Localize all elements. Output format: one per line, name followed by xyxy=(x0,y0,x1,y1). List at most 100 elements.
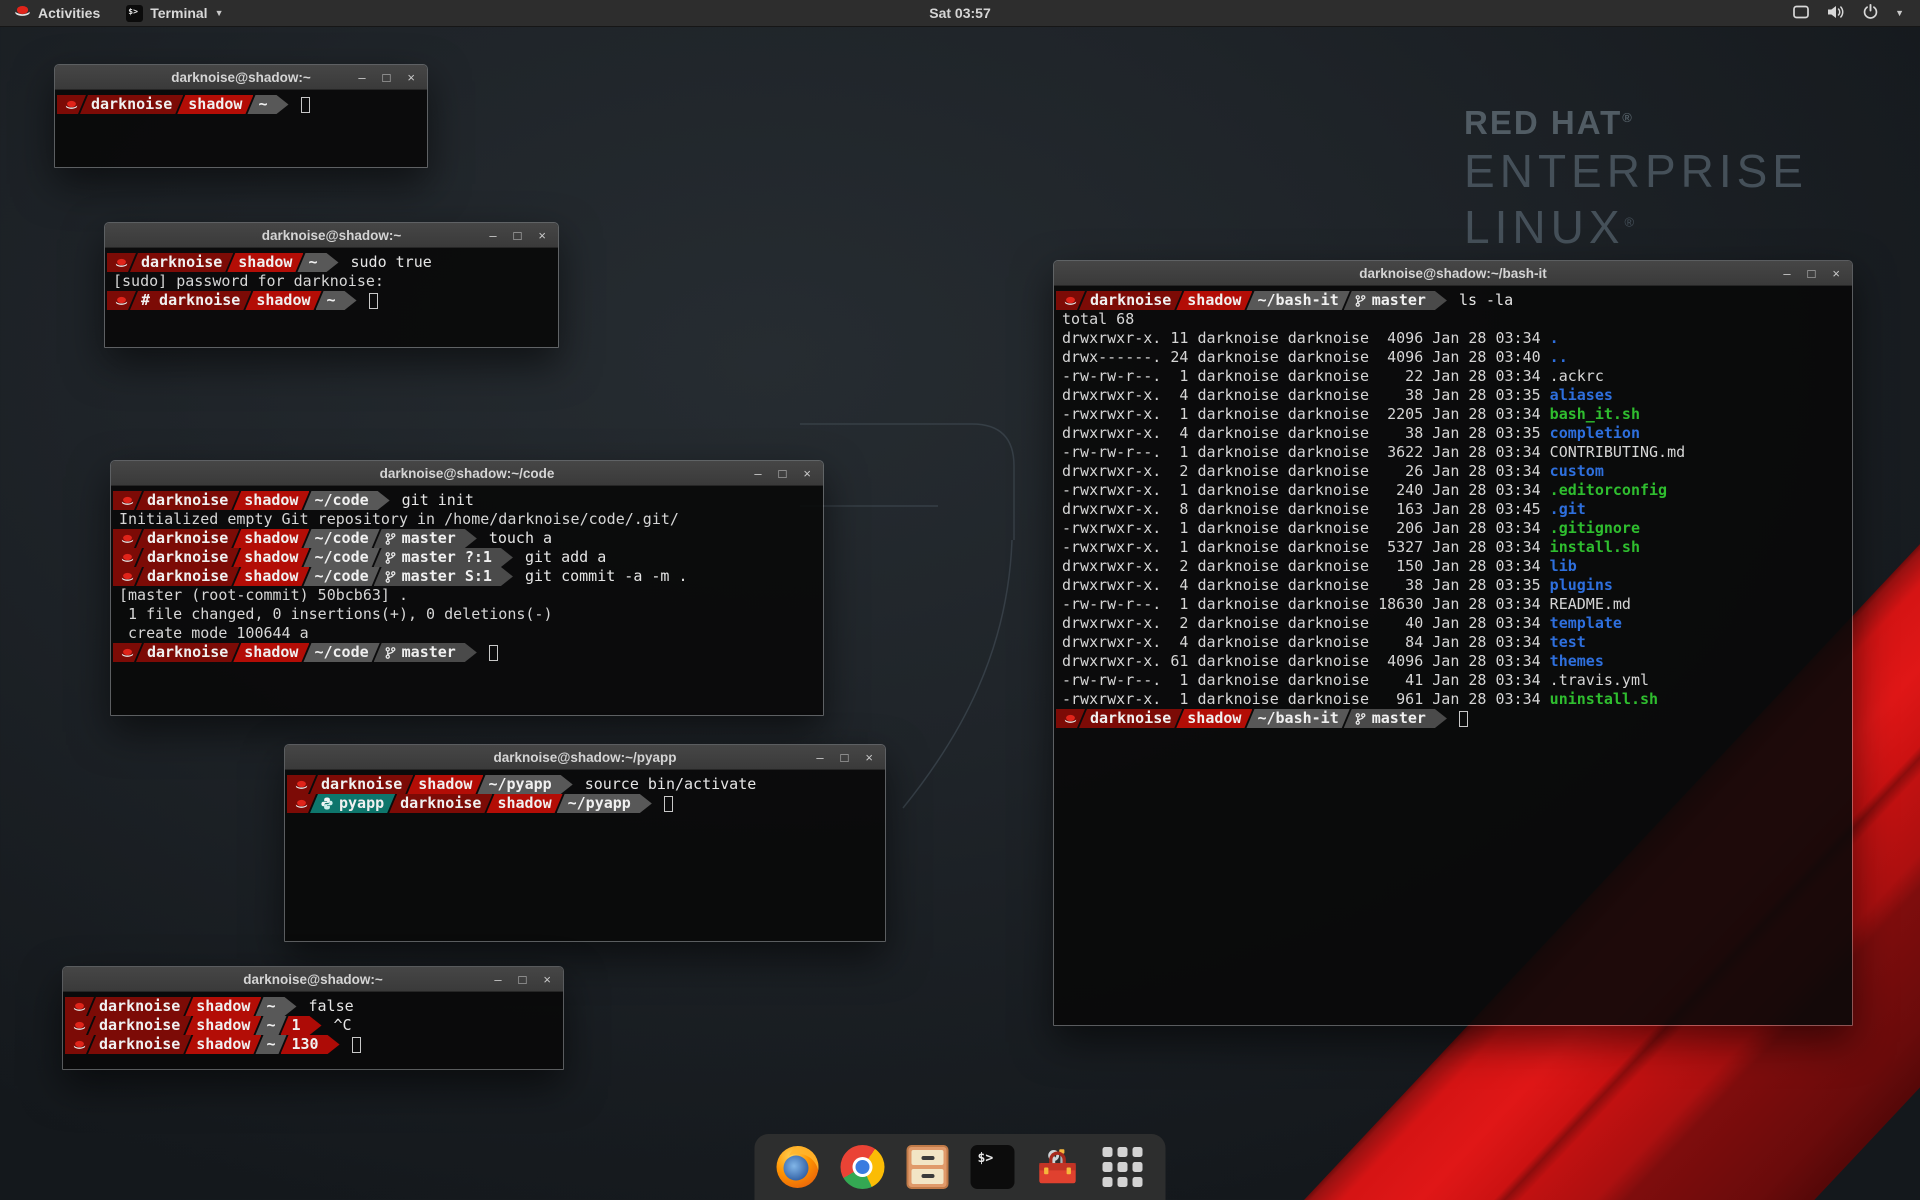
maximize-button[interactable]: □ xyxy=(779,467,787,480)
prompt-segment-user: darknoise xyxy=(1079,709,1182,728)
terminal-window-sudo: darknoise@shadow:~–□×darknoiseshadow~sud… xyxy=(104,222,559,348)
window-title: darknoise@shadow:~/bash-it xyxy=(1054,261,1852,286)
prompt-segment-user: darknoise xyxy=(136,643,239,662)
prompt-segment-path: ~/code xyxy=(303,643,379,662)
prompt-segment-host: shadow xyxy=(185,1016,261,1035)
terminal-window-bash-it: darknoise@shadow:~/bash-it–□×darknoisesh… xyxy=(1053,260,1853,1026)
close-button[interactable]: × xyxy=(538,229,546,242)
maximize-button[interactable]: □ xyxy=(519,973,527,986)
focused-app-label: Terminal xyxy=(150,5,207,21)
prompt-segment-host: shadow xyxy=(233,548,309,567)
minimize-button[interactable]: – xyxy=(816,751,823,764)
close-button[interactable]: × xyxy=(543,973,551,986)
terminal-screen[interactable]: darknoiseshadow~falsedarknoiseshadow~1^C… xyxy=(63,992,563,1069)
prompt-segment-user: darknoise xyxy=(136,529,239,548)
close-button[interactable]: × xyxy=(1832,267,1840,280)
window-titlebar[interactable]: darknoise@shadow:~/code–□× xyxy=(111,461,823,486)
prompt-segment-git-branch: master S:1 xyxy=(374,567,513,586)
maximize-button[interactable]: □ xyxy=(514,229,522,242)
prompt-segment-git-branch: master ?:1 xyxy=(374,548,513,567)
output-line: drwxrwxr-x. 61 darknoise darknoise 4096 … xyxy=(1056,652,1852,671)
prompt-line: darknoiseshadow~sudo true xyxy=(107,253,558,272)
prompt-segment-user: darknoise xyxy=(88,1035,191,1054)
dock-item-app-grid[interactable] xyxy=(1100,1144,1146,1190)
dock-item-chrome[interactable] xyxy=(840,1144,886,1190)
prompt-line: darknoiseshadow~/pyappsource bin/activat… xyxy=(287,775,885,794)
dock-item-firefox[interactable] xyxy=(775,1144,821,1190)
terminal-cursor xyxy=(352,1037,361,1053)
maximize-button[interactable]: □ xyxy=(841,751,849,764)
prompt-segment-path: ~/bash-it xyxy=(1246,709,1349,728)
output-line: total 68 xyxy=(1056,310,1852,329)
minimize-button[interactable]: – xyxy=(494,973,501,986)
window-titlebar[interactable]: darknoise@shadow:~/pyapp–□× xyxy=(285,745,885,770)
minimize-button[interactable]: – xyxy=(489,229,496,242)
close-button[interactable]: × xyxy=(865,751,873,764)
output-line: -rw-rw-r--. 1 darknoise darknoise 41 Jan… xyxy=(1056,671,1852,690)
focused-app-menu[interactable]: $> Terminal ▼ xyxy=(114,0,235,26)
prompt-segment-path: ~ xyxy=(247,95,288,114)
prompt-segment-host: shadow xyxy=(1176,291,1252,310)
terminal-screen[interactable]: darknoiseshadow~/pyappsource bin/activat… xyxy=(285,770,885,941)
prompt-line: # darknoiseshadow~ xyxy=(107,291,558,310)
prompt-segment-path: ~/bash-it xyxy=(1246,291,1349,310)
terminal-screen[interactable]: darknoiseshadow~/bash-itmasterls -latota… xyxy=(1054,286,1852,1025)
dock-item-toolbox[interactable] xyxy=(1035,1144,1081,1190)
prompt-line: pyappdarknoiseshadow~/pyapp xyxy=(287,794,885,813)
prompt-segment-user: darknoise xyxy=(310,775,413,794)
terminal-screen[interactable]: darknoiseshadow~/codegit initInitialized… xyxy=(111,486,823,715)
window-titlebar[interactable]: darknoise@shadow:~–□× xyxy=(55,65,427,90)
output-line: drwxrwxr-x. 11 darknoise darknoise 4096 … xyxy=(1056,329,1852,348)
prompt-segment-path: ~/code xyxy=(303,567,379,586)
clock[interactable]: Sat 03:57 xyxy=(929,0,990,26)
window-titlebar[interactable]: darknoise@shadow:~–□× xyxy=(105,223,558,248)
close-button[interactable]: × xyxy=(407,71,415,84)
close-button[interactable]: × xyxy=(803,467,811,480)
activities-label: Activities xyxy=(38,5,100,21)
display-icon[interactable] xyxy=(1792,4,1810,23)
dock-item-terminal[interactable]: $> xyxy=(970,1144,1016,1190)
prompt-line: darknoiseshadow~/codemaster ?:1git add a xyxy=(113,548,823,567)
prompt-segment-git-branch: master xyxy=(374,529,477,548)
window-titlebar[interactable]: darknoise@shadow:~– □ × xyxy=(63,967,563,992)
output-line: drwx------. 24 darknoise darknoise 4096 … xyxy=(1056,348,1852,367)
prompt-segment-user: # darknoise xyxy=(130,291,251,310)
filename: plugins xyxy=(1550,576,1613,595)
redhat-logo-icon xyxy=(14,5,31,21)
terminal-screen[interactable]: darknoiseshadow~sudo true[sudo] password… xyxy=(105,248,558,347)
prompt-segment-user: darknoise xyxy=(88,997,191,1016)
window-title: darknoise@shadow:~ xyxy=(63,967,563,992)
minimize-button[interactable]: – xyxy=(1783,267,1790,280)
maximize-button[interactable]: □ xyxy=(383,71,391,84)
filename: bash_it.sh xyxy=(1550,405,1640,424)
rhel-wordmark: RED HAT® ENTERPRISE LINUX® xyxy=(1464,104,1808,254)
minimize-button[interactable]: – xyxy=(754,467,761,480)
window-titlebar[interactable]: darknoise@shadow:~/bash-it– □ × xyxy=(1054,261,1852,286)
output-line: drwxrwxr-x. 4 darknoise darknoise 38 Jan… xyxy=(1056,576,1852,595)
volume-icon[interactable] xyxy=(1826,4,1846,23)
prompt-segment-path: ~/code xyxy=(303,548,379,567)
dock: $> xyxy=(755,1134,1166,1200)
minimize-button[interactable]: – xyxy=(358,71,365,84)
terminal-window-home: darknoise@shadow:~–□×darknoiseshadow~ xyxy=(54,64,428,168)
chevron-down-icon[interactable]: ▼ xyxy=(1895,8,1904,18)
dock-item-files[interactable] xyxy=(905,1144,951,1190)
command-text: sudo true xyxy=(351,253,432,272)
command-text: git init xyxy=(402,491,474,510)
terminal-screen[interactable]: darknoiseshadow~ xyxy=(55,90,427,167)
prompt-segment-path: ~ xyxy=(297,253,338,272)
power-icon[interactable] xyxy=(1862,3,1879,23)
terminal-window-exit-codes: darknoise@shadow:~– □ × darknoiseshadow~fal… xyxy=(62,966,564,1070)
terminal-cursor xyxy=(489,645,498,661)
filename: completion xyxy=(1550,424,1640,443)
chevron-down-icon: ▼ xyxy=(215,8,224,18)
maximize-button[interactable]: □ xyxy=(1808,267,1816,280)
prompt-segment-user: darknoise xyxy=(136,567,239,586)
prompt-segment-host: shadow xyxy=(177,95,253,114)
prompt-segment-host: shadow xyxy=(233,643,309,662)
activities-button[interactable]: Activities xyxy=(0,0,114,26)
filename: custom xyxy=(1550,462,1604,481)
output-line: create mode 100644 a xyxy=(113,624,823,643)
output-line: drwxrwxr-x. 8 darknoise darknoise 163 Ja… xyxy=(1056,500,1852,519)
prompt-line: darknoiseshadow~/bash-itmaster xyxy=(1056,709,1852,728)
